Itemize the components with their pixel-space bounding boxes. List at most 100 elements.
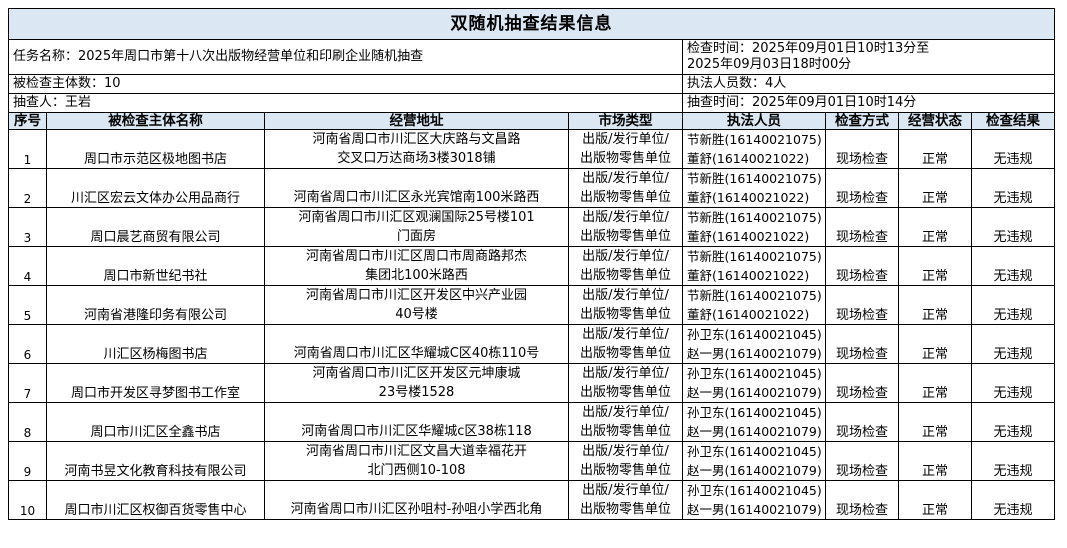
- row-check-method: 现场检查: [825, 246, 899, 286]
- row-address-line1: 河南省周口市川汇区开发区元坤康城: [312, 366, 521, 381]
- row-address: 河南省周口市川汇区大庆路与文昌路 交叉口万达商场3楼3018铺: [264, 129, 569, 169]
- table-row: 7 周口市开发区寻梦图书工作室 河南省周口市川汇区开发区元坤康城 23号楼1528 出版…: [8, 363, 1055, 403]
- row-market-type: 出版/发行单位/出版物零售单位: [568, 285, 683, 325]
- row-address-line1: 河南省周口市川汇区开发区中兴产业园: [305, 288, 527, 303]
- row-check-method: 现场检查: [825, 324, 899, 364]
- row-subject-name: 周口市川汇区全鑫书店: [46, 402, 265, 442]
- check-time-cell: 检查时间：2025年09月01日10时13分至 2025年09月03日18时00…: [682, 39, 1055, 75]
- row-check-result: 无违规: [971, 363, 1055, 403]
- row-staff-line1: 孙卫东(16140021045): [687, 405, 822, 420]
- row-subject-name: 川汇区杨梅图书店: [46, 324, 265, 364]
- row-market-type: 出版/发行单位/出版物零售单位: [568, 441, 683, 481]
- row-business-status: 正常: [898, 168, 972, 208]
- row-address-line2: 门面房: [396, 229, 436, 244]
- row-staff: 孙卫东(16140021045) 赵一男(16140021079): [682, 480, 826, 520]
- row-address: 河南省周口市川汇区开发区元坤康城 23号楼1528: [264, 363, 569, 403]
- row-business-status: 正常: [898, 129, 972, 169]
- header-market-type: 市场类型: [568, 112, 683, 130]
- table-row: 6 川汇区杨梅图书店 河南省周口市川汇区华耀城C区40栋110号 出版/发行单位/出版…: [8, 324, 1055, 364]
- table-row: 2 川汇区宏云文体办公用品商行 河南省周口市川汇区永光宾馆南100米路西 出版/发行单…: [8, 168, 1055, 208]
- row-check-result: 无违规: [971, 129, 1055, 169]
- row-check-result: 无违规: [971, 285, 1055, 325]
- draw-time-cell: 抽查时间：2025年09月01日10时14分: [682, 93, 1055, 113]
- row-address-line1: 河南省周口市川汇区周口市周商路邦杰: [305, 249, 527, 264]
- row-seq: 3: [8, 207, 47, 247]
- row-market-type-line2: 出版物零售单位: [579, 385, 671, 400]
- row-seq: 6: [8, 324, 47, 364]
- row-market-type-line2: 出版物零售单位: [579, 424, 671, 439]
- row-staff-line2: 董舒(16140021022): [687, 307, 810, 322]
- row-seq: 4: [8, 246, 47, 286]
- row-market-type-line2: 出版物零售单位: [579, 346, 671, 361]
- row-address-line1: 河南省周口市川汇区大庆路与文昌路: [312, 132, 521, 147]
- row-address-line2: 河南省周口市川汇区孙咀村-孙咀小学西北角: [290, 502, 543, 517]
- row-business-status: 正常: [898, 480, 972, 520]
- row-subject-name: 周口市新世纪书社: [46, 246, 265, 286]
- table-row: 1 周口市示范区极地图书店 河南省周口市川汇区大庆路与文昌路 交叉口万达商场3楼301…: [8, 129, 1055, 169]
- row-market-type-line2: 出版物零售单位: [579, 268, 671, 283]
- header-address: 经营地址: [264, 112, 569, 130]
- page-title: 双随机抽查结果信息: [8, 8, 1055, 40]
- row-check-method: 现场检查: [825, 441, 899, 481]
- row-staff-line2: 董舒(16140021022): [687, 229, 810, 244]
- row-check-method: 现场检查: [825, 285, 899, 325]
- row-staff-line1: 孙卫东(16140021045): [687, 366, 822, 381]
- row-market-type: 出版/发行单位/出版物零售单位: [568, 207, 683, 247]
- row-staff-line1: 孙卫东(16140021045): [687, 444, 822, 459]
- table-row: 5 河南省港隆印务有限公司 河南省周口市川汇区开发区中兴产业园 40号楼 出版/发行单位…: [8, 285, 1055, 325]
- row-check-result: 无违规: [971, 480, 1055, 520]
- row-check-result: 无违规: [971, 168, 1055, 208]
- row-check-method: 现场检查: [825, 480, 899, 520]
- check-time-line2: 2025年09月03日18时00分: [687, 57, 852, 72]
- row-staff-line1: 节新胜(16140021075): [687, 132, 822, 147]
- row-staff: 孙卫东(16140021045) 赵一男(16140021079): [682, 441, 826, 481]
- inspection-results-table: 双随机抽查结果信息 任务名称：2025年周口市第十八次出版物经营单位和印刷企业随…: [8, 8, 1055, 520]
- row-staff-line1: 孙卫东(16140021045): [687, 483, 822, 498]
- row-check-method: 现场检查: [825, 207, 899, 247]
- row-business-status: 正常: [898, 285, 972, 325]
- staff-count-cell: 执法人员数：4人: [682, 74, 1055, 94]
- row-staff-line2: 赵一男(16140021079): [687, 424, 822, 439]
- row-market-type-line1: 出版/发行单位/: [582, 171, 669, 186]
- row-market-type-line1: 出版/发行单位/: [582, 405, 669, 420]
- drawer-cell: 抽查人：王岩: [8, 93, 683, 113]
- header-seq: 序号: [8, 112, 47, 130]
- row-staff-line2: 赵一男(16140021079): [687, 385, 822, 400]
- row-subject-name: 河南省港隆印务有限公司: [46, 285, 265, 325]
- row-check-result: 无违规: [971, 246, 1055, 286]
- row-market-type-line1: 出版/发行单位/: [582, 249, 669, 264]
- row-staff: 孙卫东(16140021045) 赵一男(16140021079): [682, 324, 826, 364]
- row-market-type-line1: 出版/发行单位/: [582, 483, 669, 498]
- row-staff-line1: 节新胜(16140021075): [687, 171, 822, 186]
- row-market-type-line1: 出版/发行单位/: [582, 288, 669, 303]
- row-check-method: 现场检查: [825, 363, 899, 403]
- row-market-type-line2: 出版物零售单位: [579, 307, 671, 322]
- row-address-line2: 40号楼: [395, 307, 438, 322]
- table-row: 4 周口市新世纪书社 河南省周口市川汇区周口市周商路邦杰 集团北100米路西 出版/发行…: [8, 246, 1055, 286]
- row-staff-line1: 节新胜(16140021075): [687, 249, 822, 264]
- row-staff: 节新胜(16140021075) 董舒(16140021022): [682, 129, 826, 169]
- table-row: 9 河南书昱文化教育科技有限公司 河南省周口市川汇区文昌大道幸福花开 北门西侧10-1…: [8, 441, 1055, 481]
- row-address: 河南省周口市川汇区周口市周商路邦杰 集团北100米路西: [264, 246, 569, 286]
- row-staff: 节新胜(16140021075) 董舒(16140021022): [682, 207, 826, 247]
- row-check-result: 无违规: [971, 441, 1055, 481]
- row-staff-line1: 孙卫东(16140021045): [687, 327, 822, 342]
- row-business-status: 正常: [898, 402, 972, 442]
- row-market-type-line2: 出版物零售单位: [579, 151, 671, 166]
- row-check-result: 无违规: [971, 207, 1055, 247]
- row-market-type: 出版/发行单位/出版物零售单位: [568, 129, 683, 169]
- row-address-line1: 河南省周口市川汇区文昌大道幸福花开: [305, 444, 527, 459]
- row-subject-name: 川汇区宏云文体办公用品商行: [46, 168, 265, 208]
- row-business-status: 正常: [898, 441, 972, 481]
- row-seq: 9: [8, 441, 47, 481]
- row-staff-line1: 节新胜(16140021075): [687, 288, 822, 303]
- header-business-status: 经营状态: [898, 112, 972, 130]
- row-market-type: 出版/发行单位/出版物零售单位: [568, 480, 683, 520]
- row-staff: 节新胜(16140021075) 董舒(16140021022): [682, 168, 826, 208]
- row-market-type: 出版/发行单位/出版物零售单位: [568, 402, 683, 442]
- row-check-method: 现场检查: [825, 168, 899, 208]
- row-staff: 节新胜(16140021075) 董舒(16140021022): [682, 246, 826, 286]
- row-address-line2: 河南省周口市川汇区永光宾馆南100米路西: [293, 190, 540, 205]
- row-market-type-line2: 出版物零售单位: [579, 229, 671, 244]
- row-subject-name: 周口市川汇区权御百货零售中心: [46, 480, 265, 520]
